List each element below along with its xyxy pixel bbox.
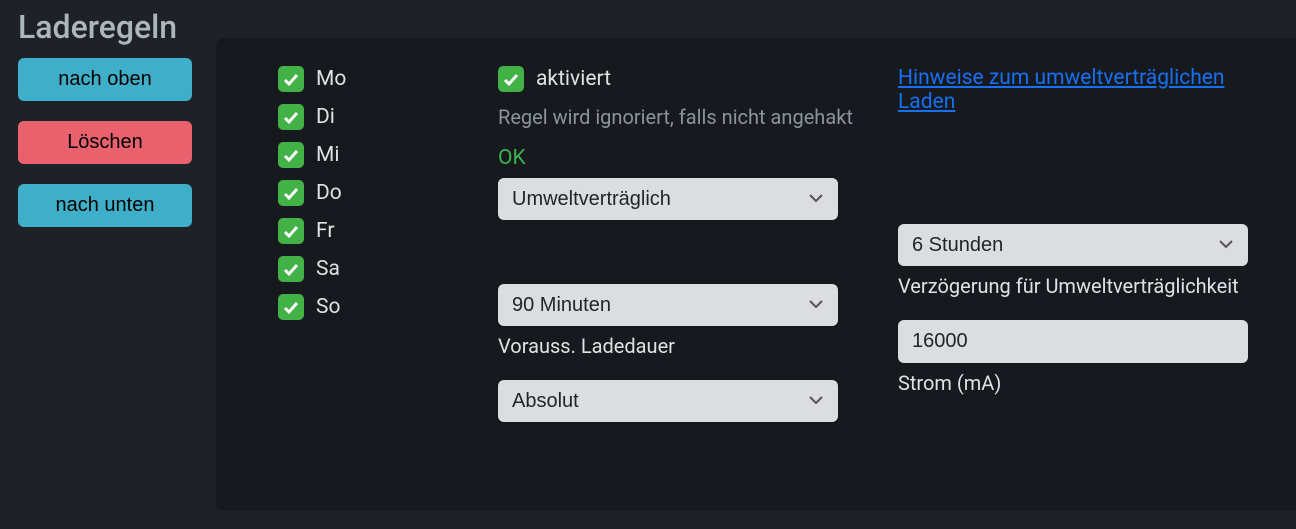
env-info-link[interactable]: Hinweise zum umweltverträglichen Laden: [898, 66, 1258, 114]
sidebar: Laderegeln nach oben Löschen nach unten: [0, 0, 210, 529]
day-checkbox-mi[interactable]: [278, 142, 304, 168]
days-column: Mo Di Mi Do Fr Sa So: [278, 66, 478, 483]
activated-helper: Regel wird ignoriert, falls nicht angeha…: [498, 102, 878, 132]
middle-column: aktiviert Regel wird ignoriert, falls ni…: [498, 66, 878, 483]
duration-select-wrapper: 90 Minuten: [498, 284, 838, 326]
delay-label: Verzögerung für Umweltverträglichkeit: [898, 274, 1268, 298]
day-row: Mo: [278, 66, 478, 92]
status-text: OK: [498, 146, 878, 170]
current-label: Strom (mA): [898, 371, 1268, 395]
day-checkbox-sa[interactable]: [278, 256, 304, 282]
right-column: Hinweise zum umweltverträglichen Laden 6…: [898, 66, 1268, 483]
mode-select-wrapper: Umweltverträglich: [498, 178, 838, 220]
day-label: Do: [316, 181, 342, 205]
activated-row: aktiviert: [498, 66, 878, 92]
day-label: So: [316, 295, 340, 319]
delete-button[interactable]: Löschen: [18, 121, 192, 164]
day-label: Di: [316, 105, 335, 129]
day-checkbox-di[interactable]: [278, 104, 304, 130]
move-down-button[interactable]: nach unten: [18, 184, 192, 227]
day-row: Sa: [278, 256, 478, 282]
day-row: Do: [278, 180, 478, 206]
day-checkbox-so[interactable]: [278, 294, 304, 320]
duration-label: Vorauss. Ladedauer: [498, 334, 878, 358]
abs-select-wrapper: Absolut: [498, 380, 838, 422]
day-row: Mi: [278, 142, 478, 168]
rule-panel: Mo Di Mi Do Fr Sa So aktiviert: [216, 38, 1296, 511]
day-label: Sa: [316, 257, 340, 281]
day-row: Di: [278, 104, 478, 130]
move-up-button[interactable]: nach oben: [18, 58, 192, 101]
day-row: Fr: [278, 218, 478, 244]
day-checkbox-do[interactable]: [278, 180, 304, 206]
activated-checkbox[interactable]: [498, 66, 524, 92]
day-label: Mo: [316, 67, 346, 91]
current-input[interactable]: [898, 320, 1248, 363]
delay-select-wrapper: 6 Stunden: [898, 224, 1248, 266]
day-checkbox-mo[interactable]: [278, 66, 304, 92]
mode-select[interactable]: Umweltverträglich: [498, 178, 838, 220]
day-label: Mi: [316, 143, 339, 167]
sidebar-title: Laderegeln: [18, 8, 192, 46]
day-label: Fr: [316, 219, 334, 243]
day-checkbox-fr[interactable]: [278, 218, 304, 244]
abs-select[interactable]: Absolut: [498, 380, 838, 422]
activated-label: aktiviert: [536, 67, 611, 91]
delay-select[interactable]: 6 Stunden: [898, 224, 1248, 266]
day-row: So: [278, 294, 478, 320]
duration-select[interactable]: 90 Minuten: [498, 284, 838, 326]
